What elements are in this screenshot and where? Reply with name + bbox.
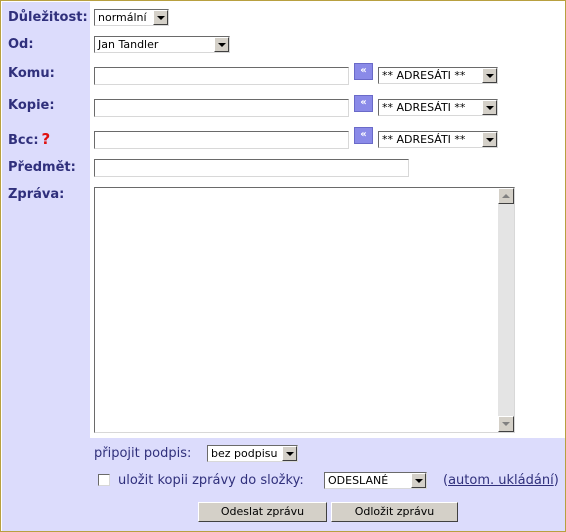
autosave-close-paren: )	[553, 473, 559, 488]
compose-form: Důležitost: normální Od: Jan Tandler Kom…	[0, 0, 566, 532]
double-left-arrow-icon: «	[360, 97, 367, 108]
signature-label: připojit podpis:	[94, 446, 192, 461]
chevron-down-icon[interactable]	[153, 10, 168, 25]
chevron-down-icon[interactable]	[411, 473, 426, 488]
add-to-recipient-button[interactable]: «	[354, 63, 373, 80]
subject-input[interactable]	[94, 159, 409, 177]
from-label: Od:	[8, 37, 34, 52]
importance-label: Důležitost:	[8, 10, 88, 25]
autosave-wrapper: (autom. ukládání)	[443, 473, 559, 488]
cc-recipients-select[interactable]: ** ADRESÁTI **	[378, 99, 498, 116]
bcc-recipients-value: ** ADRESÁTI **	[382, 133, 466, 146]
cc-label: Kopie:	[8, 98, 55, 113]
arrow-up-icon[interactable]	[498, 188, 514, 204]
from-value: Jan Tandler	[98, 38, 159, 51]
message-label: Zpráva:	[8, 187, 65, 202]
cc-recipients-value: ** ADRESÁTI **	[382, 101, 466, 114]
chevron-down-icon[interactable]	[482, 132, 497, 147]
chevron-down-icon[interactable]	[282, 446, 297, 461]
bcc-label-text: Bcc:	[8, 133, 39, 148]
double-left-arrow-icon: «	[360, 65, 367, 76]
save-copy-checkbox[interactable]	[98, 474, 110, 486]
signature-value: bez podpisu	[211, 447, 278, 460]
chevron-down-icon[interactable]	[482, 100, 497, 115]
importance-select[interactable]: normální	[94, 9, 169, 26]
to-recipients-value: ** ADRESÁTI **	[382, 69, 466, 82]
cc-input[interactable]	[94, 99, 349, 117]
bcc-recipients-select[interactable]: ** ADRESÁTI **	[378, 131, 498, 148]
postpone-button[interactable]: Odložit zprávu	[331, 502, 458, 522]
signature-select[interactable]: bez podpisu	[207, 445, 298, 462]
to-recipients-select[interactable]: ** ADRESÁTI **	[378, 67, 498, 84]
subject-label: Předmět:	[8, 160, 76, 175]
send-button[interactable]: Odeslat zprávu	[198, 502, 327, 522]
message-textarea[interactable]	[94, 187, 515, 433]
help-icon[interactable]: ?	[42, 130, 51, 148]
chevron-down-icon[interactable]	[482, 68, 497, 83]
chevron-down-icon[interactable]	[214, 37, 229, 52]
from-select[interactable]: Jan Tandler	[94, 36, 230, 53]
bcc-input[interactable]	[94, 131, 349, 149]
to-label: Komu:	[8, 66, 55, 81]
save-copy-label: uložit kopii zprávy do složky:	[118, 473, 304, 488]
folder-select[interactable]: ODESLANÉ	[324, 472, 427, 489]
arrow-down-icon[interactable]	[498, 416, 514, 432]
add-cc-recipient-button[interactable]: «	[354, 95, 373, 112]
autosave-link[interactable]: autom. ukládání	[448, 473, 554, 488]
double-left-arrow-icon: «	[360, 129, 367, 140]
message-scrollbar[interactable]	[498, 188, 514, 432]
importance-value: normální	[98, 11, 147, 24]
folder-value: ODESLANÉ	[328, 474, 389, 487]
add-bcc-recipient-button[interactable]: «	[354, 127, 373, 144]
to-input[interactable]	[94, 67, 349, 85]
bcc-label: Bcc:?	[8, 130, 50, 148]
